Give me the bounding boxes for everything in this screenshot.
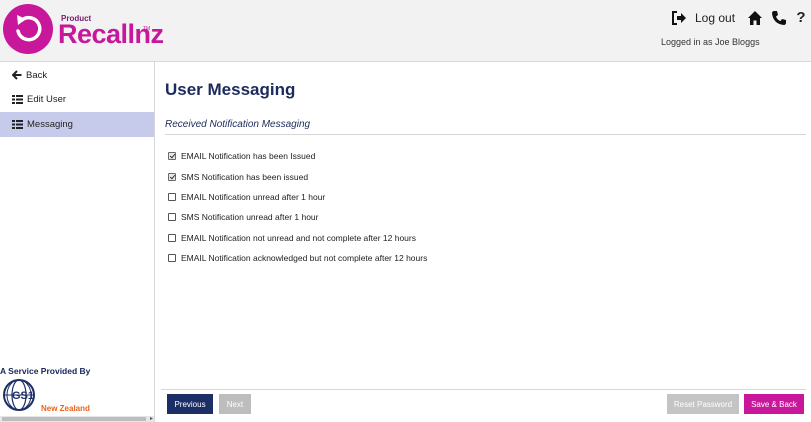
sidebar-scrollbar[interactable]: ▸ (0, 416, 154, 422)
option-label: SMS Notification has been issued (181, 171, 309, 182)
logout-label: Log out (695, 11, 736, 25)
sidebar-item-label: Edit User (27, 94, 67, 105)
previous-button[interactable]: Previous (167, 394, 213, 414)
header-icon-bar: ? (747, 10, 807, 26)
sidebar-item-back[interactable]: Back (0, 63, 154, 87)
checkbox[interactable] (168, 213, 176, 222)
form-footer: Previous Next Reset Password Save & Back (161, 389, 806, 418)
sidebar-item-edit-user[interactable]: Edit User (0, 87, 154, 112)
gs1-text: GS1 (12, 390, 34, 402)
app-header: Product Recallnz TM Log out ? Logged in … (0, 0, 811, 62)
notification-options: EMAIL Notification has been Issued SMS N… (168, 146, 427, 268)
reset-password-button[interactable]: Reset Password (667, 394, 739, 414)
checkbox[interactable] (168, 152, 176, 161)
option-label: SMS Notification unread after 1 hour (181, 212, 319, 223)
checkbox[interactable] (168, 254, 176, 263)
section-title: Received Notification Messaging (165, 119, 311, 130)
product-recall-nz-logo[interactable]: Product Recallnz TM (3, 4, 173, 58)
sidebar: Back Edit User Messaging A Service Provi… (0, 62, 155, 422)
page-title: User Messaging (165, 80, 296, 99)
option-email-acknowledged-12h[interactable]: EMAIL Notification acknowledged but not … (168, 248, 427, 268)
gs1-globe-icon: GS1 (3, 379, 35, 411)
option-label: EMAIL Notification unread after 1 hour (181, 191, 326, 202)
option-email-issued[interactable]: EMAIL Notification has been Issued (168, 146, 427, 166)
section-divider (165, 134, 806, 135)
save-and-back-button[interactable]: Save & Back (744, 394, 804, 414)
checkbox[interactable] (168, 192, 176, 201)
help-icon[interactable]: ? (795, 10, 807, 26)
sidebar-item-label: Messaging (27, 119, 73, 130)
logged-in-status: Logged in as Joe Bloggs (661, 37, 760, 47)
scrollbar-thumb[interactable] (2, 417, 146, 421)
service-provided-label: A Service Provided By (0, 366, 91, 376)
main-content: User Messaging Received Notification Mes… (156, 62, 811, 422)
option-label: EMAIL Notification acknowledged but not … (181, 253, 428, 264)
next-button[interactable]: Next (219, 394, 251, 414)
option-sms-unread-1h[interactable]: SMS Notification unread after 1 hour (168, 207, 427, 227)
list-icon (12, 95, 23, 104)
sidebar-item-label: Back (26, 69, 48, 81)
logo-recallnz-text: Recallnz (58, 19, 164, 49)
option-label: EMAIL Notification has been Issued (181, 151, 316, 162)
checkbox[interactable] (168, 172, 176, 181)
option-email-unread-1h[interactable]: EMAIL Notification unread after 1 hour (168, 187, 427, 207)
home-icon[interactable] (747, 10, 763, 26)
logout-button[interactable]: Log out (671, 10, 735, 26)
logout-icon (672, 11, 686, 25)
option-label: EMAIL Notification not unread and not co… (181, 232, 416, 243)
checkbox[interactable] (168, 233, 176, 242)
list-icon (12, 120, 23, 129)
sidebar-item-messaging[interactable]: Messaging (0, 112, 154, 137)
option-sms-issued[interactable]: SMS Notification has been issued (168, 166, 427, 186)
logo-tm-text: TM (143, 26, 151, 32)
chevron-right-icon[interactable]: ▸ (150, 416, 153, 422)
option-email-not-complete-12h[interactable]: EMAIL Notification not unread and not co… (168, 228, 427, 248)
phone-icon[interactable] (771, 10, 787, 26)
arrow-left-icon (12, 70, 22, 80)
logo-recall-icon (3, 4, 53, 54)
gs1-new-zealand-text: New Zealand (41, 404, 90, 413)
